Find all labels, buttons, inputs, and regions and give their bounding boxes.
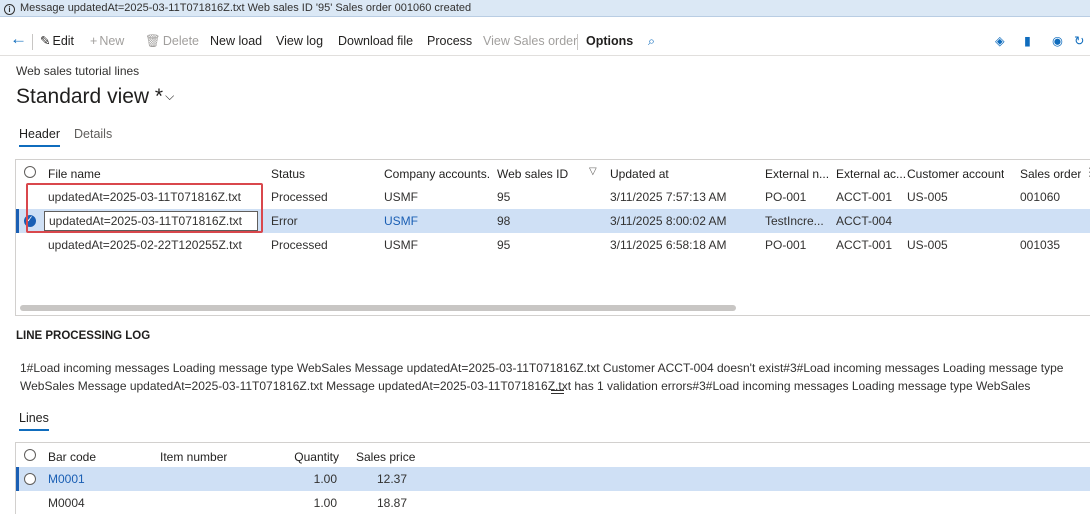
- external-ac-cell: ACCT-001: [836, 190, 893, 204]
- table-row-selected[interactable]: M0001 1.00 12.37: [16, 467, 1090, 491]
- filter-icon[interactable]: ▽: [589, 166, 597, 177]
- selection-indicator: [16, 209, 19, 233]
- highlight-box: [26, 183, 263, 233]
- new-label: New: [99, 34, 125, 48]
- company-cell: USMF: [384, 190, 418, 204]
- bar-code-cell: M0004: [48, 496, 85, 510]
- web-sales-id-cell: 98: [497, 214, 511, 228]
- download-file-button[interactable]: Download file: [338, 33, 413, 49]
- col-company[interactable]: Company accounts...: [384, 167, 490, 181]
- customer-account-cell: US-005: [907, 190, 948, 204]
- sales-price-cell: 18.87: [376, 496, 407, 510]
- updated-at-cell: 3/11/2025 6:58:18 AM: [610, 238, 727, 252]
- info-icon: i: [4, 4, 15, 15]
- status-cell: Processed: [271, 190, 328, 204]
- view-title: Standard view *: [16, 85, 164, 108]
- col-updated-at[interactable]: Updated at: [610, 167, 669, 181]
- quantity-cell: 1.00: [313, 496, 337, 510]
- delete-label: Delete: [162, 34, 200, 48]
- tab-details[interactable]: Details: [74, 127, 112, 145]
- lines-grid: Bar code Item number Quantity Sales pric…: [15, 442, 1090, 514]
- col-sales-price[interactable]: Sales price: [356, 450, 415, 464]
- external-n-cell: PO-001: [765, 238, 807, 252]
- refresh-icon[interactable]: ↻: [1074, 33, 1084, 49]
- updated-at-cell: 3/11/2025 7:57:13 AM: [610, 190, 727, 204]
- delete-button[interactable]: 🗑 Delete: [145, 33, 199, 49]
- external-n-cell: PO-001: [765, 190, 807, 204]
- page-caption: Web sales tutorial lines: [16, 64, 140, 78]
- diamond-icon[interactable]: ◈: [995, 33, 1005, 49]
- external-ac-cell: ACCT-001: [836, 238, 893, 252]
- action-toolbar: ← ✎ Edit + New 🗑 Delete New load View log D…: [0, 28, 1090, 56]
- edit-label: Edit: [52, 34, 75, 48]
- options-button[interactable]: Options: [586, 33, 633, 49]
- resize-handle[interactable]: [551, 390, 564, 394]
- sales-price-cell: 12.37: [376, 472, 407, 486]
- external-n-cell: TestIncre...: [765, 214, 824, 228]
- select-all-radio[interactable]: [24, 166, 36, 178]
- updated-at-cell: 3/11/2025 8:00:02 AM: [610, 214, 727, 228]
- lines-header-row: Bar code Item number Quantity Sales pric…: [16, 443, 1090, 469]
- col-file-name[interactable]: File name: [48, 167, 101, 181]
- external-ac-cell: ACCT-004: [836, 214, 893, 228]
- message-text: Message updatedAt=2025-03-11T071816Z.txt…: [20, 2, 472, 14]
- bar-code-link[interactable]: M0001: [48, 472, 85, 486]
- log-section-title: LINE PROCESSING LOG: [16, 330, 151, 342]
- new-button[interactable]: + New: [90, 33, 124, 49]
- toolbar-separator: [32, 34, 33, 50]
- tab-header[interactable]: Header: [19, 127, 60, 147]
- message-bar: i Message updatedAt=2025-03-11T071816Z.tx…: [0, 0, 1090, 17]
- status-cell: Error: [271, 214, 298, 228]
- process-button[interactable]: Process: [427, 33, 472, 49]
- col-sales-order[interactable]: Sales order: [1020, 167, 1081, 181]
- tab-lines[interactable]: Lines: [19, 411, 49, 431]
- pencil-icon: ✎: [40, 34, 51, 48]
- quantity-cell: 1.00: [313, 472, 337, 486]
- horizontal-scrollbar[interactable]: [20, 305, 736, 311]
- notifications-icon[interactable]: ◉: [1052, 33, 1063, 49]
- toolbar-separator: [577, 34, 578, 50]
- back-arrow-icon[interactable]: ←: [10, 30, 27, 47]
- web-sales-id-cell: 95: [497, 190, 511, 204]
- col-customer-account[interactable]: Customer account: [907, 167, 1004, 181]
- file-name-cell: updatedAt=2025-02-22T120255Z.txt: [48, 238, 242, 252]
- col-external-n[interactable]: External n...: [765, 167, 829, 181]
- table-row[interactable]: M0004 1.00 18.87: [16, 491, 1090, 514]
- table-row[interactable]: updatedAt=2025-02-22T120255Z.txt Process…: [16, 233, 1090, 257]
- view-log-button[interactable]: View log: [276, 33, 323, 49]
- customer-account-cell: US-005: [907, 238, 948, 252]
- select-all-lines-radio[interactable]: [24, 449, 36, 461]
- col-bar-code[interactable]: Bar code: [48, 450, 96, 464]
- col-quantity[interactable]: Quantity: [266, 450, 339, 464]
- plus-icon: +: [90, 34, 98, 48]
- view-sales-order-button[interactable]: View Sales order: [483, 33, 577, 49]
- more-vertical-icon[interactable]: ⋮: [1084, 165, 1090, 179]
- chevron-down-icon: ⌵: [165, 89, 175, 103]
- company-cell: USMF: [384, 238, 418, 252]
- col-item-number[interactable]: Item number: [160, 450, 227, 464]
- trash-icon: 🗑: [145, 34, 161, 48]
- col-status[interactable]: Status: [271, 167, 305, 181]
- col-web-sales-id[interactable]: Web sales ID: [497, 167, 568, 181]
- sales-order-cell: 001035: [1020, 238, 1061, 252]
- web-sales-id-cell: 95: [497, 238, 511, 252]
- view-selector[interactable]: Standard view * ⌵: [16, 85, 174, 109]
- status-cell: Processed: [271, 238, 328, 252]
- col-external-ac[interactable]: External ac...: [836, 167, 906, 181]
- search-icon[interactable]: ⌕: [648, 33, 655, 49]
- office-icon[interactable]: ▮: [1024, 33, 1031, 49]
- new-load-button[interactable]: New load: [210, 33, 262, 49]
- row-select-radio[interactable]: [24, 473, 36, 485]
- company-link[interactable]: USMF: [384, 214, 418, 228]
- selection-indicator: [16, 467, 19, 491]
- edit-button[interactable]: ✎ Edit: [40, 33, 74, 49]
- sales-order-cell: 001060: [1020, 190, 1061, 204]
